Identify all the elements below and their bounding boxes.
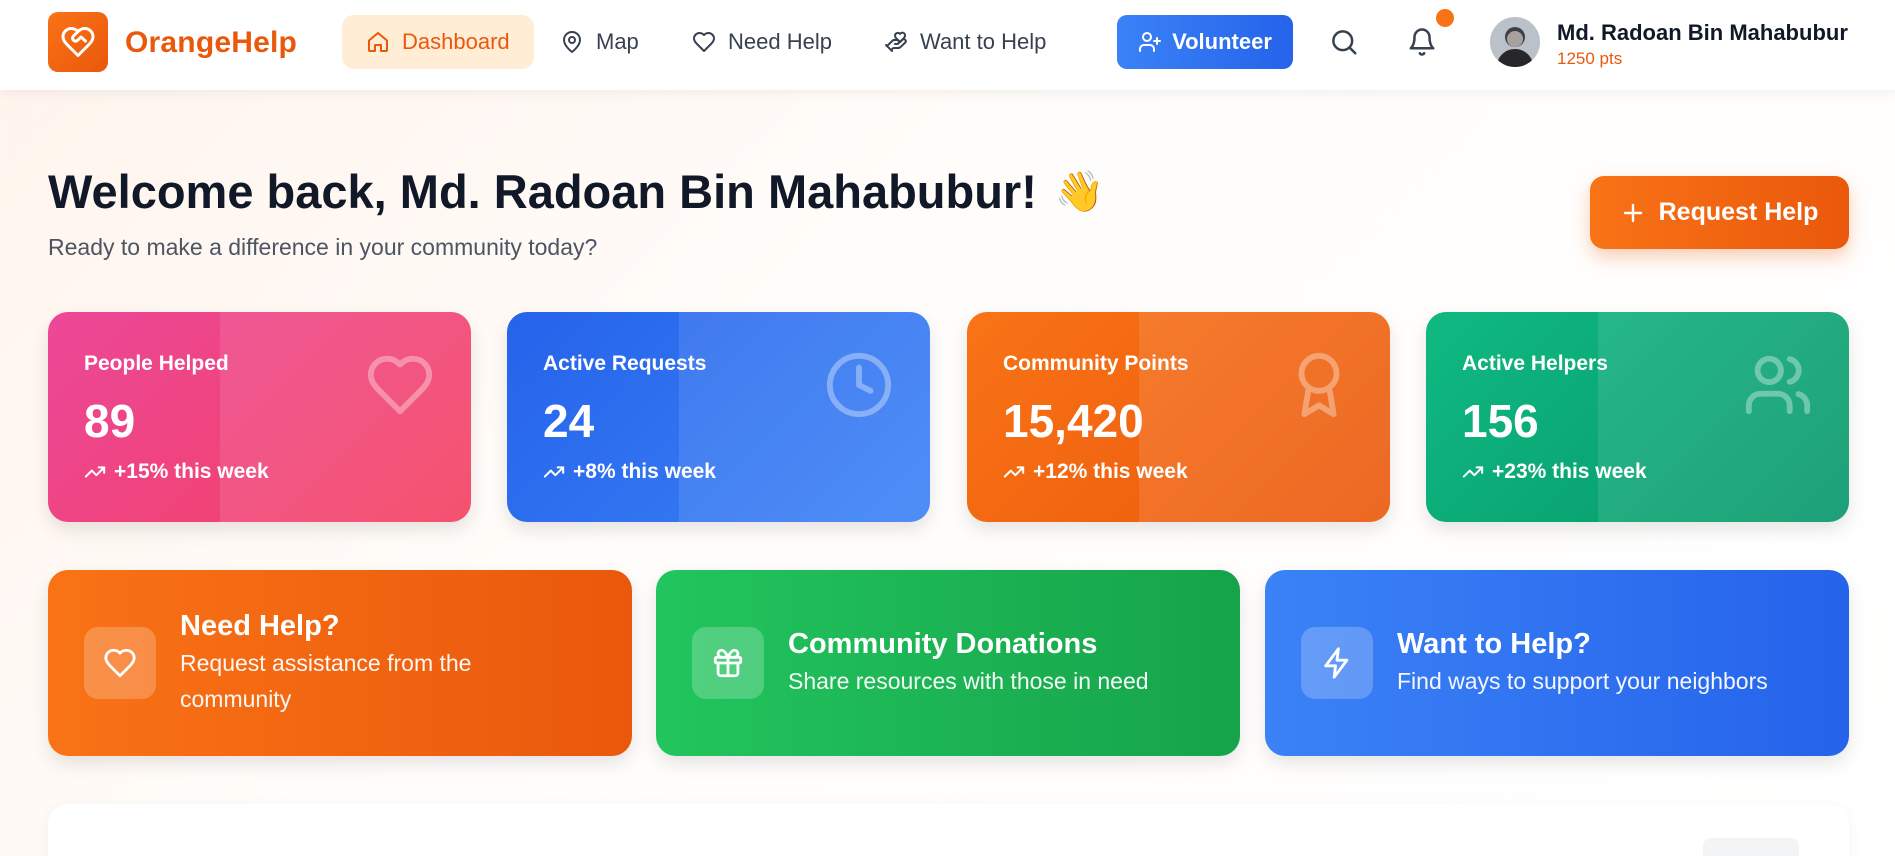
brand-name[interactable]: OrangeHelp — [125, 26, 297, 60]
notifications-button[interactable] — [1404, 24, 1440, 60]
stat-trend-text: +12% this week — [1033, 460, 1188, 483]
nav-dashboard-label: Dashboard — [402, 29, 510, 54]
action-icon-box — [84, 627, 156, 699]
user-plus-icon — [1139, 32, 1162, 52]
activity-panel — [48, 804, 1849, 856]
gift-icon — [713, 648, 743, 678]
action-card-need-help[interactable]: Need Help? Request assistance from the c… — [48, 570, 632, 756]
action-icon-box — [692, 627, 764, 699]
nav-want-to-help[interactable]: Want to Help — [860, 15, 1070, 69]
stat-label: Active Requests — [543, 352, 707, 375]
stat-label: People Helped — [84, 352, 229, 375]
panel-action-button[interactable] — [1703, 838, 1799, 856]
stat-value: 89 — [84, 395, 136, 447]
stat-card-people-helped: People Helped 89 +15% this week — [48, 312, 471, 522]
action-card-community-donations[interactable]: Community Donations Share resources with… — [656, 570, 1240, 756]
wave-emoji: 👋 — [1054, 170, 1105, 214]
nav-dashboard[interactable]: Dashboard — [342, 15, 534, 69]
clock-icon — [826, 352, 892, 418]
stat-card-active-requests: Active Requests 24 +8% this week — [507, 312, 930, 522]
bell-icon — [1409, 28, 1435, 56]
user-points: 1250 pts — [1557, 49, 1623, 68]
map-pin-icon — [563, 31, 581, 53]
stat-trend-text: +15% this week — [114, 460, 269, 483]
welcome-subtitle: Ready to make a difference in your commu… — [48, 234, 598, 260]
page-title: Welcome back, Md. Radoan Bin Mahabubur! … — [48, 164, 1105, 219]
award-icon — [1298, 352, 1340, 418]
action-text: Need Help? Request assistance from the c… — [180, 610, 608, 717]
users-icon — [1745, 355, 1811, 415]
action-icon-box — [1301, 627, 1373, 699]
action-text: Want to Help? Find ways to support your … — [1397, 628, 1825, 699]
top-navbar: OrangeHelp Dashboard Map Need Help Want … — [0, 0, 1895, 90]
nav-need-help[interactable]: Need Help — [668, 15, 856, 69]
user-name[interactable]: Md. Radoan Bin Mahabubur — [1557, 20, 1848, 46]
nav-map-label: Map — [596, 29, 639, 54]
trending-up-icon — [1462, 466, 1484, 478]
nav-need-help-label: Need Help — [728, 29, 832, 54]
request-help-label: Request Help — [1658, 198, 1819, 226]
request-help-button[interactable]: Request Help — [1590, 176, 1849, 249]
action-description: Request assistance from the community — [180, 650, 472, 712]
action-text: Community Donations Share resources with… — [788, 628, 1216, 699]
stat-trend: +23% this week — [1462, 460, 1647, 484]
action-title: Need Help? — [180, 610, 340, 642]
stat-value: 15,420 — [1003, 395, 1144, 447]
stat-label: Active Helpers — [1462, 352, 1608, 375]
stat-trend: +12% this week — [1003, 460, 1188, 484]
heart-icon — [367, 355, 433, 415]
nav-want-to-help-label: Want to Help — [920, 29, 1047, 54]
heart-icon — [693, 32, 715, 52]
avatar[interactable] — [1490, 17, 1540, 67]
action-card-want-to-help[interactable]: Want to Help? Find ways to support your … — [1265, 570, 1849, 756]
stat-card-active-helpers: Active Helpers 156 +23% this week — [1426, 312, 1849, 522]
search-button[interactable] — [1326, 24, 1362, 60]
welcome-title-text: Welcome back, Md. Radoan Bin Mahabubur! — [48, 165, 1037, 218]
stat-trend-text: +23% this week — [1492, 460, 1647, 483]
notification-dot — [1436, 9, 1454, 27]
volunteer-button[interactable]: Volunteer — [1117, 15, 1293, 69]
stat-trend-text: +8% this week — [573, 460, 716, 483]
action-description: Share resources with those in need — [788, 668, 1149, 694]
logo-icon[interactable] — [48, 12, 108, 72]
stat-trend: +15% this week — [84, 460, 269, 484]
nav-map[interactable]: Map — [536, 15, 663, 69]
search-icon — [1332, 30, 1357, 55]
stat-trend: +8% this week — [543, 460, 716, 484]
stat-value: 156 — [1462, 395, 1539, 447]
action-title: Community Donations — [788, 628, 1098, 660]
stat-value: 24 — [543, 395, 595, 447]
volunteer-label: Volunteer — [1172, 29, 1272, 54]
hand-heart-icon — [885, 31, 907, 52]
home-icon — [368, 32, 388, 52]
zap-icon — [1324, 647, 1349, 679]
trending-up-icon — [84, 466, 106, 478]
trending-up-icon — [543, 466, 565, 478]
trending-up-icon — [1003, 466, 1025, 478]
plus-icon — [1623, 203, 1642, 222]
action-description: Find ways to support your neighbors — [1397, 668, 1768, 694]
stat-card-community-points: Community Points 15,420 +12% this week — [967, 312, 1390, 522]
heart-icon — [104, 648, 136, 678]
stat-label: Community Points — [1003, 352, 1189, 375]
action-title: Want to Help? — [1397, 628, 1591, 660]
